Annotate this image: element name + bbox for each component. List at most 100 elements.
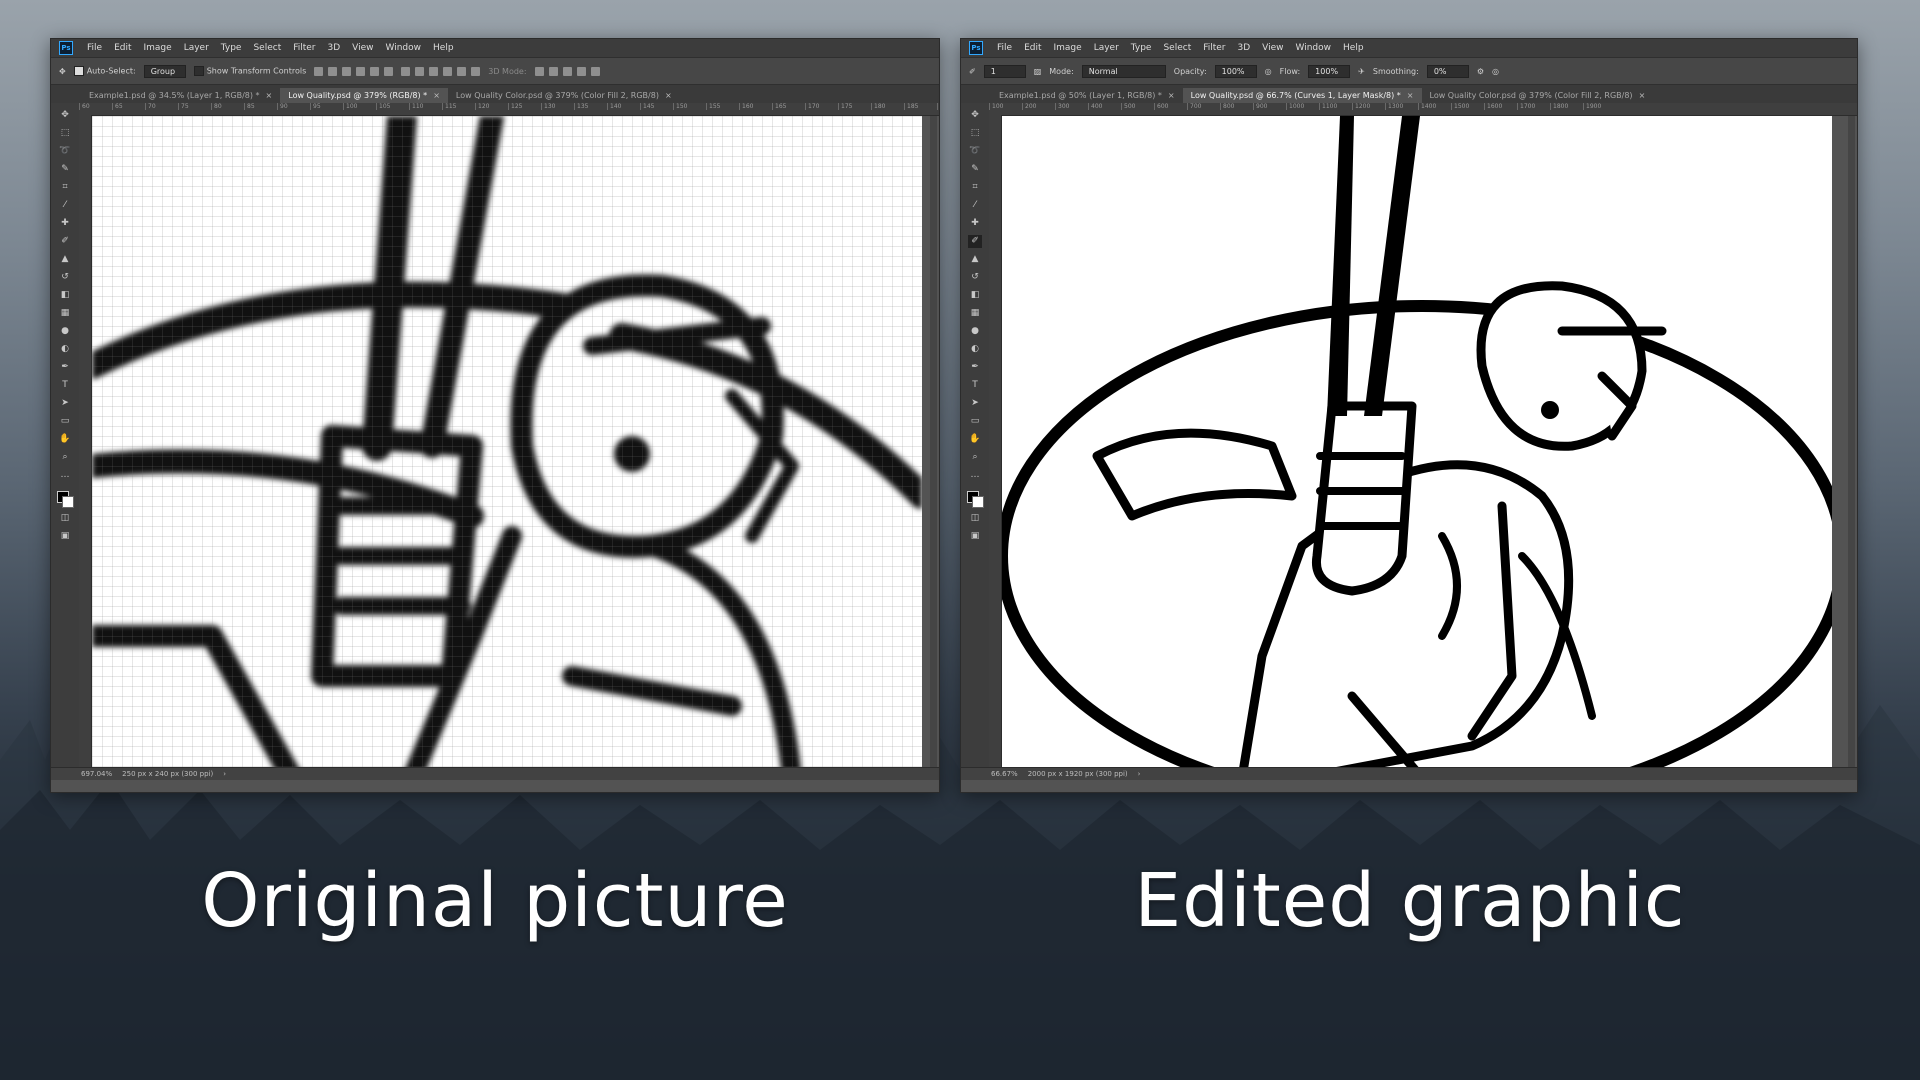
menu-filter[interactable]: Filter <box>1197 43 1231 53</box>
image-canvas[interactable] <box>92 116 922 778</box>
dodge-tool-icon[interactable]: ◐ <box>968 343 982 356</box>
brush-tool-icon[interactable]: ✐ <box>969 67 976 76</box>
color-swatches[interactable] <box>967 491 984 508</box>
close-icon[interactable]: × <box>665 91 672 100</box>
hand-tool-icon[interactable]: ✋ <box>968 433 982 446</box>
menu-file[interactable]: File <box>81 43 108 53</box>
distribute-icons[interactable] <box>401 66 481 76</box>
more-tools-icon[interactable]: … <box>58 469 72 482</box>
menu-edit[interactable]: Edit <box>108 43 137 53</box>
path-select-icon[interactable]: ➤ <box>58 397 72 410</box>
auto-select-checkbox[interactable]: Auto-Select: <box>73 66 136 76</box>
pen-tool-icon[interactable]: ✒ <box>968 361 982 374</box>
menu-select[interactable]: Select <box>1157 43 1197 53</box>
chevron-right-icon[interactable]: › <box>1138 770 1141 778</box>
menu-type[interactable]: Type <box>215 43 248 53</box>
pressure-size-icon[interactable]: ◎ <box>1492 67 1499 76</box>
dodge-tool-icon[interactable]: ◐ <box>58 343 72 356</box>
hand-tool-icon[interactable]: ✋ <box>58 433 72 446</box>
move-tool-icon[interactable]: ✥ <box>59 67 66 76</box>
brush-tool-icon[interactable]: ✐ <box>58 235 72 248</box>
image-canvas[interactable] <box>1002 116 1832 778</box>
marquee-tool-icon[interactable]: ⬚ <box>58 127 72 140</box>
menu-view[interactable]: View <box>1256 43 1289 53</box>
tab-low-quality[interactable]: Low Quality.psd @ 66.7% (Curves 1, Layer… <box>1182 88 1422 103</box>
brush-settings-icon[interactable]: ▨ <box>1034 67 1042 76</box>
menu-filter[interactable]: Filter <box>287 43 321 53</box>
close-icon[interactable]: × <box>433 91 440 100</box>
move-tool-icon[interactable]: ✥ <box>58 109 72 122</box>
tab-example1[interactable]: Example1.psd @ 34.5% (Layer 1, RGB/8) * × <box>81 88 280 103</box>
menu-view[interactable]: View <box>346 43 379 53</box>
vertical-scrollbar[interactable] <box>930 116 937 778</box>
auto-select-dropdown[interactable]: Group <box>143 64 186 78</box>
stamp-tool-icon[interactable]: ▲ <box>968 253 982 266</box>
menu-help[interactable]: Help <box>427 43 460 53</box>
history-brush-icon[interactable]: ↺ <box>58 271 72 284</box>
vertical-scrollbar[interactable] <box>1848 116 1855 778</box>
screen-mode-icon[interactable]: ▣ <box>968 530 982 543</box>
transform-controls-checkbox[interactable]: Show Transform Controls <box>193 66 306 76</box>
eraser-tool-icon[interactable]: ◧ <box>58 289 72 302</box>
blur-tool-icon[interactable]: ● <box>968 325 982 338</box>
tab-low-quality[interactable]: Low Quality.psd @ 379% (RGB/8) * × <box>280 88 448 103</box>
menu-file[interactable]: File <box>991 43 1018 53</box>
gradient-tool-icon[interactable]: ▦ <box>968 307 982 320</box>
tab-low-quality-color[interactable]: Low Quality Color.psd @ 379% (Color Fill… <box>1422 88 1654 103</box>
quick-mask-icon[interactable]: ◫ <box>968 512 982 525</box>
align-icons[interactable] <box>314 66 394 76</box>
healing-tool-icon[interactable]: ✚ <box>968 217 982 230</box>
menu-layer[interactable]: Layer <box>1088 43 1125 53</box>
menu-image[interactable]: Image <box>1048 43 1088 53</box>
menu-image[interactable]: Image <box>138 43 178 53</box>
healing-tool-icon[interactable]: ✚ <box>58 217 72 230</box>
menu-type[interactable]: Type <box>1125 43 1158 53</box>
menu-3d[interactable]: 3D <box>1232 43 1257 53</box>
lasso-tool-icon[interactable]: ➰ <box>968 145 982 158</box>
eraser-tool-icon[interactable]: ◧ <box>968 289 982 302</box>
tab-low-quality-color[interactable]: Low Quality Color.psd @ 379% (Color Fill… <box>448 88 680 103</box>
smoothing-input[interactable]: 0% <box>1426 64 1469 78</box>
crop-tool-icon[interactable]: ⌗ <box>58 181 72 194</box>
gradient-tool-icon[interactable]: ▦ <box>58 307 72 320</box>
vertical-ruler[interactable] <box>79 115 92 780</box>
quick-select-tool-icon[interactable]: ✎ <box>58 163 72 176</box>
pen-tool-icon[interactable]: ✒ <box>58 361 72 374</box>
airbrush-icon[interactable]: ✈ <box>1358 67 1365 76</box>
chevron-right-icon[interactable]: › <box>223 770 226 778</box>
brush-tool-icon[interactable]: ✐ <box>968 235 982 248</box>
type-tool-icon[interactable]: T <box>58 379 72 392</box>
eyedropper-tool-icon[interactable]: ⁄ <box>58 199 72 212</box>
close-icon[interactable]: × <box>1168 91 1175 100</box>
quick-select-tool-icon[interactable]: ✎ <box>968 163 982 176</box>
3d-mode-icons[interactable] <box>534 66 600 76</box>
eyedropper-tool-icon[interactable]: ⁄ <box>968 199 982 212</box>
mode-dropdown[interactable]: Normal <box>1081 64 1166 78</box>
close-icon[interactable]: × <box>266 91 273 100</box>
menu-help[interactable]: Help <box>1337 43 1370 53</box>
vertical-ruler[interactable] <box>989 115 1002 780</box>
menu-select[interactable]: Select <box>247 43 287 53</box>
horizontal-ruler[interactable]: 60 65 70 75 80 85 90 95 100 105 110 115 120 125 130 135… <box>79 103 939 116</box>
zoom-level[interactable]: 697.04% <box>81 770 112 778</box>
gear-icon[interactable]: ⚙ <box>1477 67 1484 76</box>
close-icon[interactable]: × <box>1407 91 1414 100</box>
type-tool-icon[interactable]: T <box>968 379 982 392</box>
lasso-tool-icon[interactable]: ➰ <box>58 145 72 158</box>
menu-window[interactable]: Window <box>1290 43 1338 53</box>
zoom-tool-icon[interactable]: ⌕ <box>58 451 72 464</box>
color-swatches[interactable] <box>57 491 74 508</box>
shape-tool-icon[interactable]: ▭ <box>968 415 982 428</box>
tab-example1[interactable]: Example1.psd @ 50% (Layer 1, RGB/8) * × <box>991 88 1183 103</box>
zoom-tool-icon[interactable]: ⌕ <box>968 451 982 464</box>
opacity-input[interactable]: 100% <box>1214 64 1257 78</box>
marquee-tool-icon[interactable]: ⬚ <box>968 127 982 140</box>
screen-mode-icon[interactable]: ▣ <box>58 530 72 543</box>
brush-size-picker[interactable]: 1 <box>983 64 1026 78</box>
history-brush-icon[interactable]: ↺ <box>968 271 982 284</box>
close-icon[interactable]: × <box>1639 91 1646 100</box>
shape-tool-icon[interactable]: ▭ <box>58 415 72 428</box>
flow-input[interactable]: 100% <box>1308 64 1351 78</box>
menu-layer[interactable]: Layer <box>178 43 215 53</box>
move-tool-icon[interactable]: ✥ <box>968 109 982 122</box>
